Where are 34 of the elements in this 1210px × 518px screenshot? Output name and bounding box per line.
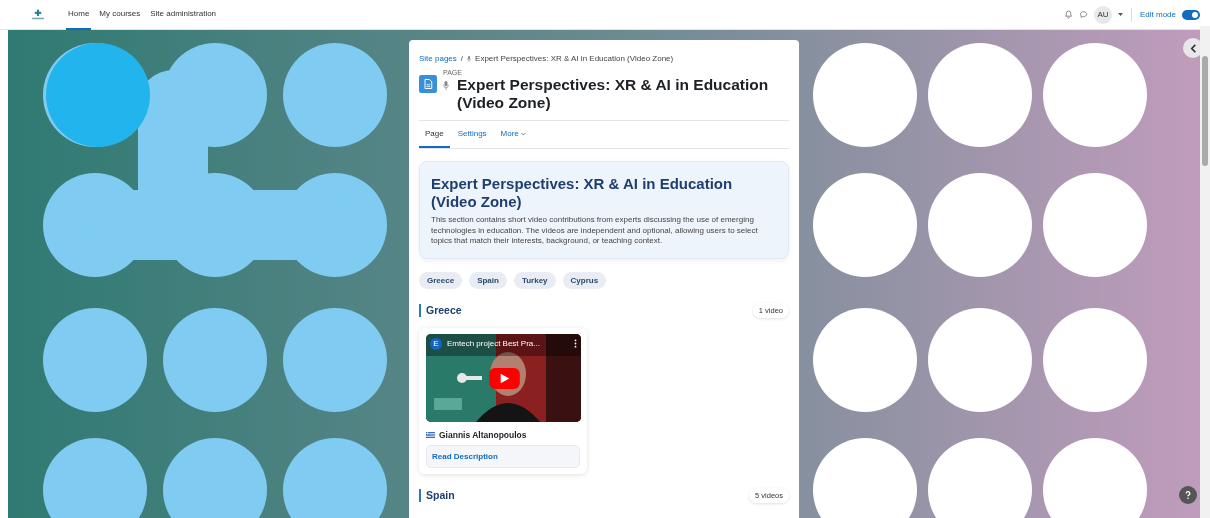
chat-bubble-icon[interactable] (1078, 10, 1088, 19)
page-tab[interactable]: Settings (451, 121, 493, 148)
caret-icon[interactable] (1117, 13, 1123, 16)
edit-mode-label: Edit mode (1139, 10, 1176, 19)
speaker-name: Giannis Altanopoulos (439, 429, 527, 440)
chevron-left-icon[interactable] (1188, 43, 1198, 53)
read-description-button[interactable]: Read Description (426, 444, 580, 468)
microphone-icon (467, 55, 472, 62)
edit-mode-toggle[interactable] (1182, 9, 1200, 20)
page-title: Expert Perspectives: XR & AI in Education (Video Zone) (457, 76, 770, 112)
country-filter-chip[interactable]: Greece (419, 271, 463, 289)
page-document-icon (419, 75, 437, 93)
page-tab[interactable]: Page (419, 121, 450, 148)
logo-icon[interactable] (30, 7, 46, 22)
section-heading: Spain (419, 488, 455, 502)
country-filter-chip[interactable]: Spain (469, 271, 507, 289)
nav-link[interactable]: Site administration (148, 0, 219, 30)
more-options-icon[interactable] (574, 339, 577, 348)
breadcrumb-separator: / (460, 54, 464, 63)
page-tab[interactable]: More (494, 121, 532, 148)
intro-text: This section contains short video contributions from experts discussing the use of emerging technologies in education. The videos are independent and optional, allowing users to select topics that match their interests, background, or teaching context. (431, 215, 759, 247)
breadcrumb-link[interactable]: Site pages (419, 54, 457, 63)
intro-title: Expert Perspectives: XR & AI in Education (Video Zone) (431, 175, 734, 210)
nav-link[interactable]: My courses (97, 0, 143, 30)
help-icon[interactable] (1183, 490, 1193, 500)
flag-icon (426, 431, 435, 438)
notification-bell-icon[interactable] (1063, 10, 1073, 19)
video-title[interactable]: Emtech project Best Pra... (447, 339, 569, 348)
user-avatar[interactable]: AU (1093, 5, 1112, 24)
country-filter-chip[interactable]: Turkey (513, 271, 556, 289)
section-heading: Greece (419, 303, 462, 317)
microphone-icon (443, 81, 449, 90)
country-filter-chip[interactable]: Cyprus (562, 271, 607, 289)
breadcrumb-current: Expert Perspectives: XR & AI in Education (Video Zone) (475, 54, 674, 63)
